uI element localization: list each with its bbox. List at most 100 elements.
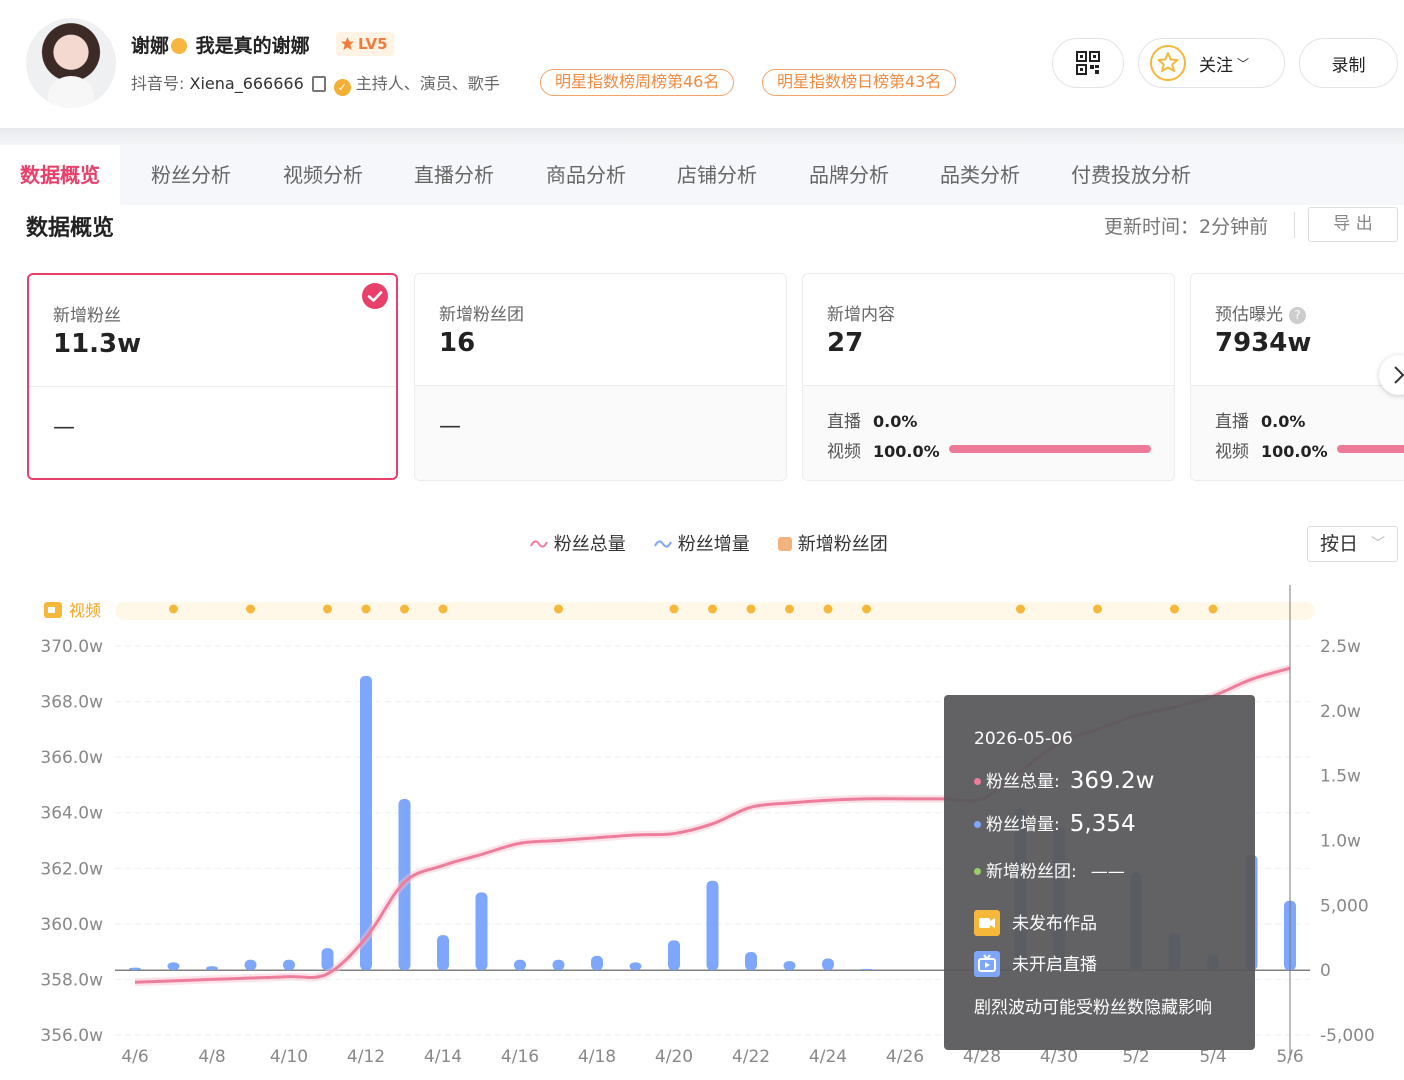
metric-card-new-content[interactable]: 新增内容 27 直播 0.0% 视频 100.0%	[802, 273, 1175, 481]
x-tick-label: 4/8	[198, 1047, 225, 1067]
star-icon	[1150, 45, 1186, 81]
tooltip-total: 粉丝总量: 369.2w	[974, 767, 1154, 794]
video-marker	[400, 604, 409, 614]
video-share-bar	[1337, 445, 1404, 453]
tab-goods[interactable]: 商品分析	[546, 145, 626, 205]
y-left-tick-label: 368.0w	[40, 693, 103, 713]
video-marker	[1208, 604, 1218, 614]
card-label: 新增粉丝	[53, 306, 121, 326]
legend-increase[interactable]: 粉丝增量	[654, 530, 750, 556]
legend-club[interactable]: 新增粉丝团	[778, 530, 888, 556]
video-label: 视频	[827, 442, 861, 462]
next-cards-button[interactable]	[1379, 355, 1404, 395]
tab-paid-ads[interactable]: 付费投放分析	[1071, 145, 1191, 205]
live-value: 0.0%	[1261, 412, 1306, 431]
tooltip-date: 2026-05-06	[974, 729, 1073, 749]
tab-fans[interactable]: 粉丝分析	[151, 145, 231, 205]
x-tick-label: 4/16	[501, 1047, 539, 1067]
x-tick-label: 4/30	[1040, 1047, 1078, 1067]
y-left-tick-label: 366.0w	[40, 748, 103, 768]
x-tick-label: 4/22	[732, 1047, 770, 1067]
qrcode-button[interactable]	[1052, 38, 1124, 88]
video-marker	[361, 604, 371, 614]
bar-fans-increase	[244, 959, 257, 971]
tooltip-note: 剧烈波动可能受粉丝数隐藏影响	[974, 998, 1212, 1018]
x-tick-label: 5/4	[1199, 1047, 1226, 1067]
metric-card-new-fans[interactable]: 新增粉丝 11.3w —	[27, 273, 398, 480]
chevron-down-icon: ﹀	[1371, 536, 1385, 552]
avatar[interactable]	[26, 18, 116, 108]
video-marker	[246, 604, 255, 614]
square-icon	[778, 537, 792, 551]
card-empty-dash: —	[439, 414, 461, 439]
tooltip-total-value: 369.2w	[1069, 768, 1155, 794]
card-empty-dash: —	[53, 415, 75, 440]
tooltip-increase-value: 5,354	[1069, 811, 1136, 837]
video-share: 视频 100.0%	[827, 437, 940, 462]
card-value: 11.3w	[53, 329, 142, 359]
tab-bar: 数据概览 粉丝分析 视频分析 直播分析 商品分析 店铺分析 品牌分析 品类分析 …	[0, 145, 1404, 205]
legend-total-label: 粉丝总量	[553, 534, 626, 555]
video-track-label: 视频	[69, 601, 101, 620]
daily-rank-badge[interactable]: 明星指数榜日榜第43名	[762, 69, 957, 96]
legend-increase-label: 粉丝增量	[677, 534, 750, 555]
tooltip-increase-label: 粉丝增量:	[986, 815, 1060, 835]
x-tick-label: 4/10	[270, 1047, 308, 1067]
tab-video[interactable]: 视频分析	[283, 145, 363, 205]
x-tick-label: 4/24	[809, 1047, 847, 1067]
export-button[interactable]: 导 出	[1308, 207, 1398, 242]
video-share-bar	[949, 445, 1151, 453]
bar-fans-increase	[629, 962, 642, 971]
y-right-tick-label: 1.5w	[1320, 767, 1361, 787]
emoji-icon	[171, 38, 188, 54]
bar-fans-increase	[668, 940, 680, 971]
copy-icon[interactable]	[311, 76, 326, 92]
video-marker	[1093, 604, 1102, 614]
video-marker	[862, 604, 871, 614]
tab-category[interactable]: 品类分析	[940, 145, 1020, 205]
tab-shop[interactable]: 店铺分析	[677, 145, 757, 205]
follow-button[interactable]: 关注 ﹀	[1138, 38, 1285, 88]
y-right-tick-label: 0	[1320, 961, 1331, 981]
video-label: 视频	[1215, 442, 1249, 462]
video-track-icon-glyph	[48, 607, 55, 613]
video-marker	[323, 604, 332, 614]
douyin-id: Xiena_666666	[189, 74, 304, 93]
metric-card-new-fan-club[interactable]: 新增粉丝团 16 —	[414, 273, 787, 481]
y-right-tick-label: 1.0w	[1320, 832, 1361, 852]
video-marker	[823, 604, 833, 614]
range-select[interactable]: 按日 ﹀	[1307, 526, 1398, 562]
tab-live[interactable]: 直播分析	[414, 145, 494, 205]
tooltip-increase: 粉丝增量: 5,354	[974, 810, 1136, 837]
check-icon	[362, 283, 388, 309]
bar-fans-increase	[437, 935, 449, 971]
follow-label: 关注	[1199, 55, 1233, 76]
help-icon[interactable]: ?	[1289, 307, 1306, 324]
metric-card-exposure[interactable]: 预估曝光? 7934w 直播 0.0% 视频 100.0%	[1190, 273, 1404, 481]
x-tick-label: 4/14	[424, 1047, 462, 1067]
video-marker	[554, 604, 563, 614]
legend-total[interactable]: 粉丝总量	[530, 530, 626, 556]
chart-tooltip: 2026-05-06 粉丝总量: 369.2w 粉丝增量: 5,354 新增粉丝团:…	[944, 695, 1255, 1050]
y-left-tick-label: 364.0w	[40, 804, 103, 824]
y-left-tick-label: 356.0w	[40, 1026, 103, 1046]
tab-overview[interactable]: 数据概览	[0, 145, 120, 205]
video-share: 视频 100.0%	[1215, 437, 1328, 462]
crown-icon	[340, 36, 355, 51]
legend-club-label: 新增粉丝团	[797, 534, 888, 555]
video-marker	[1016, 604, 1025, 614]
weekly-rank-badge[interactable]: 明星指数榜周榜第46名	[540, 69, 735, 96]
card-label: 新增粉丝团	[439, 305, 524, 325]
roles-text: 主持人、演员、歌手	[355, 74, 500, 93]
video-value: 100.0%	[873, 442, 940, 461]
tooltip-video-label: 未发布作品	[1012, 914, 1097, 934]
video-marker	[785, 604, 794, 614]
video-marker	[169, 604, 178, 614]
tooltip-club-label: 新增粉丝团:	[986, 862, 1077, 882]
bar-fans-increase	[591, 955, 603, 971]
divider	[1294, 212, 1295, 238]
card-label: 新增内容	[827, 305, 895, 325]
record-button[interactable]: 录制	[1299, 38, 1398, 88]
tab-brand[interactable]: 品牌分析	[809, 145, 889, 205]
y-left-tick-label: 370.0w	[40, 637, 103, 657]
